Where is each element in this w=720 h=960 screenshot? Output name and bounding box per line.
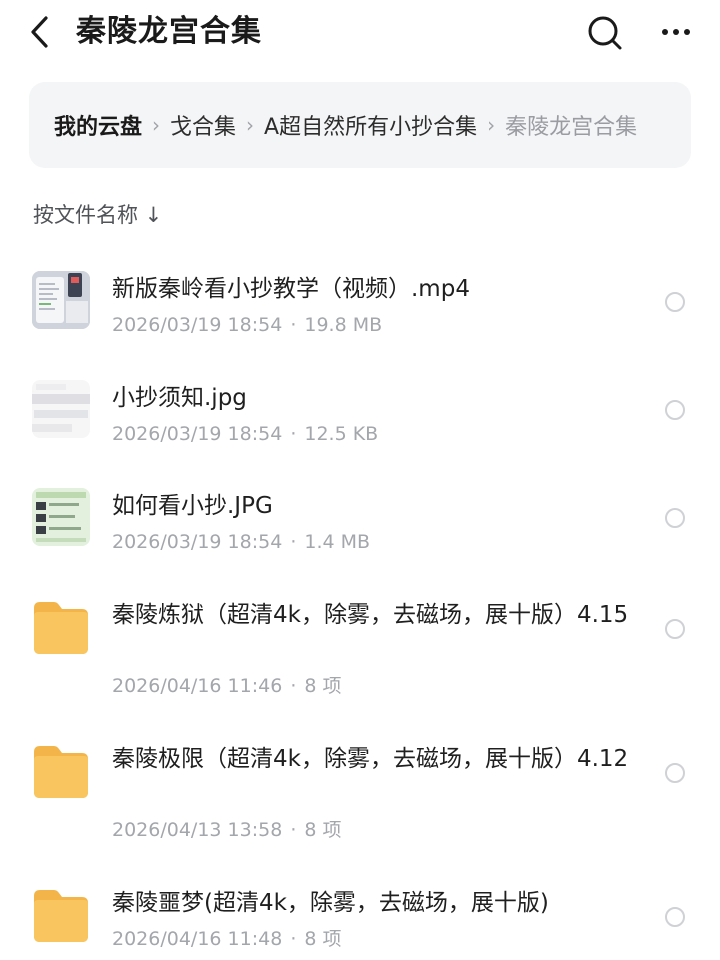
image-thumbnail	[32, 488, 90, 546]
file-name: 新版秦岭看小抄教学（视频）.mp4	[112, 276, 470, 302]
meta-dot-separator: ·	[290, 531, 297, 553]
image-thumbnail	[32, 380, 90, 438]
file-date: 2026/03/19 18:54	[112, 423, 283, 445]
file-date: 2026/04/16 11:46	[112, 675, 283, 697]
file-row[interactable]: 如何看小抄.JPG 2026/03/19 18:54 · 1.4 MB	[0, 458, 720, 568]
breadcrumb-root[interactable]: 我的云盘	[54, 109, 142, 141]
select-radio[interactable]	[665, 619, 685, 639]
file-date: 2026/04/16 11:48	[112, 928, 283, 950]
file-meta: 2026/03/19 18:54 · 12.5 KB	[112, 419, 378, 449]
file-meta: 2026/03/19 18:54 · 19.8 MB	[112, 310, 382, 340]
file-size: 12.5 KB	[304, 423, 379, 445]
file-row[interactable]: 秦陵噩梦(超清4k，除雾，去磁场，展十版) 2026/04/16 11:48 · 8…	[0, 856, 720, 960]
breadcrumb-current: 秦陵龙宫合集	[505, 115, 638, 140]
breadcrumb-separator-icon: ›	[152, 113, 161, 137]
file-size: 1.4 MB	[304, 531, 371, 553]
file-row[interactable]: 小抄须知.jpg 2026/03/19 18:54 · 12.5 KB	[0, 350, 720, 458]
select-radio[interactable]	[665, 763, 685, 783]
folder-icon	[32, 742, 90, 800]
file-item-count: 8 项	[304, 928, 342, 950]
file-date: 2026/03/19 18:54	[112, 314, 283, 336]
more-horizontal-icon	[662, 29, 690, 35]
file-meta: 2026/04/13 13:58 · 8 项	[112, 815, 342, 845]
folder-icon	[32, 598, 90, 656]
search-button[interactable]	[584, 12, 626, 54]
breadcrumb-separator-icon: ›	[487, 113, 496, 137]
meta-dot-separator: ·	[290, 928, 297, 950]
breadcrumb-separator-icon: ›	[246, 113, 255, 137]
page-title: 秦陵龙宫合集	[76, 14, 262, 49]
folder-icon	[32, 886, 90, 944]
file-size: 19.8 MB	[304, 314, 383, 336]
select-radio[interactable]	[665, 907, 685, 927]
file-name: 秦陵炼狱（超清4k，除雾，去磁场，展十版）4.15	[112, 602, 629, 628]
file-name: 秦陵极限（超清4k，除雾，去磁场，展十版）4.12	[112, 746, 629, 772]
file-date: 2026/03/19 18:54	[112, 531, 283, 553]
sort-toggle[interactable]: 按文件名称 ↓	[33, 198, 162, 232]
file-name: 小抄须知.jpg	[112, 385, 247, 411]
breadcrumb-item[interactable]: ⁠​戈合集	[170, 109, 236, 141]
chevron-left-icon	[31, 16, 48, 48]
file-row[interactable]: 新版秦岭看小抄教学（视频）.mp4 2026/03/19 18:54 · 19.8 …	[0, 240, 720, 350]
back-button[interactable]	[24, 12, 60, 52]
file-meta: 2026/04/16 11:48 · 8 项	[112, 924, 342, 954]
more-options-button[interactable]	[652, 14, 700, 50]
file-row[interactable]: 秦陵炼狱（超清4k，除雾，去磁场，展十版）4.15 2026/04/16 11:…	[0, 568, 720, 712]
video-thumbnail	[32, 271, 90, 329]
file-item-count: 8 项	[304, 819, 342, 841]
select-radio[interactable]	[665, 292, 685, 312]
select-radio[interactable]	[665, 508, 685, 528]
meta-dot-separator: ·	[290, 675, 297, 697]
file-meta: 2026/03/19 18:54 · 1.4 MB	[112, 527, 370, 557]
file-meta: 2026/04/16 11:46 · 8 项	[112, 671, 342, 701]
file-date: 2026/04/13 13:58	[112, 819, 283, 841]
top-app-bar: 秦陵龙宫合集	[0, 0, 720, 66]
breadcrumb: 我的云盘 › ⁠​戈合集 › A超自然所有小抄合集 › 秦陵龙宫合集	[29, 82, 691, 168]
file-name: 秦陵噩梦(超清4k，除雾，去磁场，展十版)	[112, 890, 549, 916]
breadcrumb-row: 我的云盘 › ⁠​戈合集 › A超自然所有小抄合集 › 秦陵龙宫合集	[54, 103, 637, 147]
file-item-count: 8 项	[304, 675, 342, 697]
meta-dot-separator: ·	[290, 423, 297, 445]
file-name: 如何看小抄.JPG	[112, 493, 273, 519]
meta-dot-separator: ·	[290, 314, 297, 336]
meta-dot-separator: ·	[290, 819, 297, 841]
search-icon	[588, 16, 622, 50]
select-radio[interactable]	[665, 400, 685, 420]
file-row[interactable]: 秦陵极限（超清4k，除雾，去磁场，展十版）4.12 2026/04/13 13:…	[0, 712, 720, 856]
breadcrumb-item[interactable]: A超自然所有小抄合集	[264, 109, 477, 141]
